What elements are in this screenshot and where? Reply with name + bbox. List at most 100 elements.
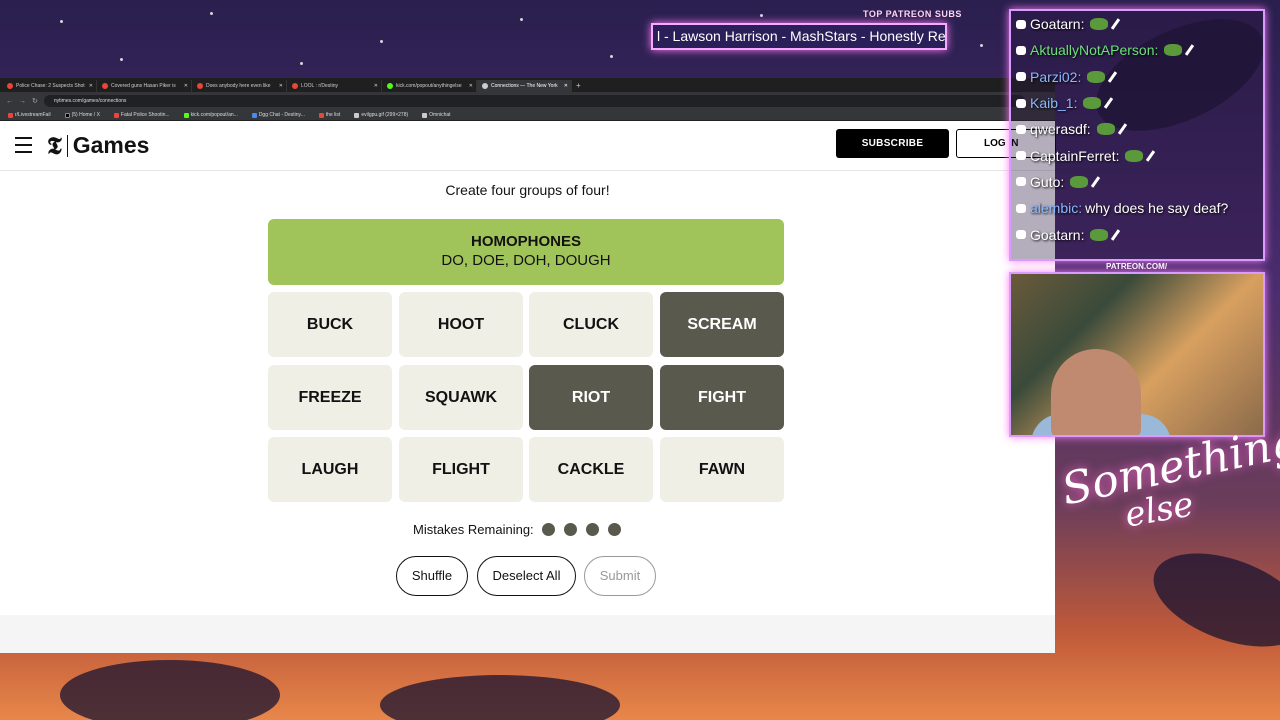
- close-icon[interactable]: ✕: [564, 83, 568, 89]
- bookmark-item[interactable]: (5) Home / X: [64, 112, 100, 118]
- browser-tab[interactable]: Does anybody here even like ✕: [192, 80, 287, 92]
- bookmark-item[interactable]: Fatal Police Shootin...: [113, 112, 170, 118]
- close-icon[interactable]: ✕: [374, 83, 378, 89]
- image-icon: [354, 112, 360, 118]
- chat-message: Goatarn:: [1011, 11, 1263, 37]
- chat-username[interactable]: Guto:: [1030, 174, 1064, 190]
- close-icon[interactable]: ✕: [184, 83, 188, 89]
- chat-message: Goatarn:: [1011, 221, 1263, 247]
- browser-tab[interactable]: kick.com/popout/anythingelse ✕: [382, 80, 477, 92]
- menu-icon[interactable]: [15, 137, 32, 158]
- submit-button[interactable]: Submit: [584, 556, 656, 596]
- mistakes-remaining: Mistakes Remaining:: [413, 522, 621, 537]
- close-icon[interactable]: ✕: [89, 83, 93, 89]
- back-icon[interactable]: ←: [6, 98, 13, 105]
- word-tile[interactable]: CACKLE: [529, 437, 653, 502]
- chat-bubble-icon: [1016, 151, 1026, 161]
- nyt-games-logo[interactable]: 𝕿 Games: [47, 131, 149, 160]
- word-tile[interactable]: CLUCK: [529, 292, 653, 357]
- streamer: [1051, 349, 1141, 435]
- bookmark-item[interactable]: Omnichat: [422, 112, 451, 118]
- chat-username[interactable]: Goatarn:: [1030, 227, 1084, 243]
- bookmark-item[interactable]: evilgpu.gif (299×278): [354, 112, 408, 118]
- reload-icon[interactable]: ↻: [32, 97, 38, 105]
- bookmark-item[interactable]: r/LivestreamFail: [8, 112, 51, 118]
- chat-message: qwerasdf:: [1011, 116, 1263, 142]
- forward-icon[interactable]: →: [19, 98, 26, 105]
- chat-message: Kaib_1:: [1011, 90, 1263, 116]
- chat-username[interactable]: Parzi02:: [1030, 69, 1081, 85]
- close-icon[interactable]: ✕: [469, 83, 473, 89]
- word-tile[interactable]: SCREAM: [660, 292, 784, 357]
- browser-tab[interactable]: Police Chase: 2 Suspects Shot ✕: [2, 80, 97, 92]
- chat-bubble-icon: [1016, 124, 1026, 134]
- browser-tab[interactable]: Covered guns Hasan Piker is ✕: [97, 80, 192, 92]
- shuffle-button[interactable]: Shuffle: [396, 556, 468, 596]
- word-tile[interactable]: LAUGH: [268, 437, 392, 502]
- bookmark-item[interactable]: kick.com/popout/an...: [183, 112, 238, 118]
- chat-message: AktuallyNotAPerson:: [1011, 37, 1263, 63]
- chat-username[interactable]: qwerasdf:: [1030, 121, 1091, 137]
- chat-username[interactable]: CaptainFerret:: [1030, 148, 1119, 164]
- emote-icon: [1125, 149, 1144, 162]
- feather-icon: [1104, 97, 1114, 109]
- close-icon[interactable]: ✕: [279, 83, 283, 89]
- tab-bar: Police Chase: 2 Suspects Shot ✕ Covered g…: [0, 78, 1055, 92]
- word-tile[interactable]: FREEZE: [268, 365, 392, 430]
- word-tile[interactable]: HOOT: [399, 292, 523, 357]
- feather-icon: [1111, 228, 1121, 241]
- bookmark-item[interactable]: Dgg Chat - Destiny...: [251, 112, 305, 118]
- page-footer: [0, 615, 1055, 653]
- browser-tab-active[interactable]: Connections — The New York ✕: [477, 80, 572, 92]
- emote-icon: [1090, 228, 1109, 241]
- chat-username[interactable]: Goatarn:: [1030, 16, 1084, 32]
- chat-username[interactable]: Kaib_1:: [1030, 95, 1077, 111]
- chat-text: why does he say deaf?: [1085, 200, 1229, 217]
- chat-username[interactable]: alembic:: [1030, 200, 1082, 216]
- ticker-label: TOP PATREON SUBS: [863, 9, 962, 19]
- deselect-all-button[interactable]: Deselect All: [477, 556, 576, 596]
- game-instructions: Create four groups of four!: [445, 182, 610, 198]
- feather-icon: [1185, 44, 1195, 57]
- feather-icon: [1111, 18, 1121, 30]
- youtube-icon: [113, 112, 119, 118]
- mistake-dots: [541, 523, 621, 536]
- word-tile[interactable]: FIGHT: [660, 365, 784, 430]
- bookmark-item[interactable]: the list: [318, 112, 340, 118]
- list-icon: [318, 112, 324, 118]
- brand-name: Games: [72, 132, 150, 158]
- chat-bubble-icon: [1016, 72, 1026, 82]
- chat-message: Guto:: [1011, 169, 1263, 195]
- bookmarks-bar: r/LivestreamFail (5) Home / X Fatal Poli…: [0, 110, 1055, 121]
- mistake-dot: [607, 523, 621, 536]
- word-tile[interactable]: SQUAWK: [399, 365, 523, 430]
- youtube-icon: [7, 83, 13, 89]
- url-input[interactable]: nytimes.com/games/connections: [43, 95, 1025, 107]
- solved-group: HOMOPHONES DO, DOE, DOH, DOUGH: [268, 219, 784, 285]
- emote-icon: [1090, 18, 1109, 31]
- chat-message: CaptainFerret:: [1011, 142, 1263, 168]
- feather-icon: [1091, 176, 1101, 188]
- chat-bubble-icon: [1016, 203, 1026, 213]
- subscribe-button[interactable]: SUBSCRIBE: [836, 129, 949, 158]
- word-tile[interactable]: RIOT: [529, 365, 653, 430]
- patreon-label: PATREON.COM/: [1106, 262, 1168, 271]
- word-tile[interactable]: FLIGHT: [399, 437, 523, 502]
- emote-icon: [1070, 175, 1089, 188]
- word-tile[interactable]: FAWN: [660, 437, 784, 502]
- word-tile[interactable]: BUCK: [268, 292, 392, 357]
- webcam-feed: [1009, 272, 1265, 437]
- new-tab-button[interactable]: +: [572, 80, 581, 92]
- kick-icon: [183, 112, 189, 118]
- emote-icon: [1164, 44, 1183, 57]
- feather-icon: [1146, 149, 1156, 162]
- solved-words: DO, DOE, DOH, DOUGH: [441, 252, 611, 269]
- mistake-dot: [585, 523, 599, 536]
- chat-username[interactable]: AktuallyNotAPerson:: [1030, 42, 1158, 58]
- browser-tab[interactable]: LOOL : r/Destiny ✕: [287, 80, 382, 92]
- globe-icon: [422, 112, 428, 118]
- emote-icon: [1096, 123, 1115, 136]
- nyt-t-icon: 𝕿: [47, 131, 62, 160]
- chat-bubble-icon: [1016, 19, 1026, 29]
- dgg-icon: [251, 112, 257, 118]
